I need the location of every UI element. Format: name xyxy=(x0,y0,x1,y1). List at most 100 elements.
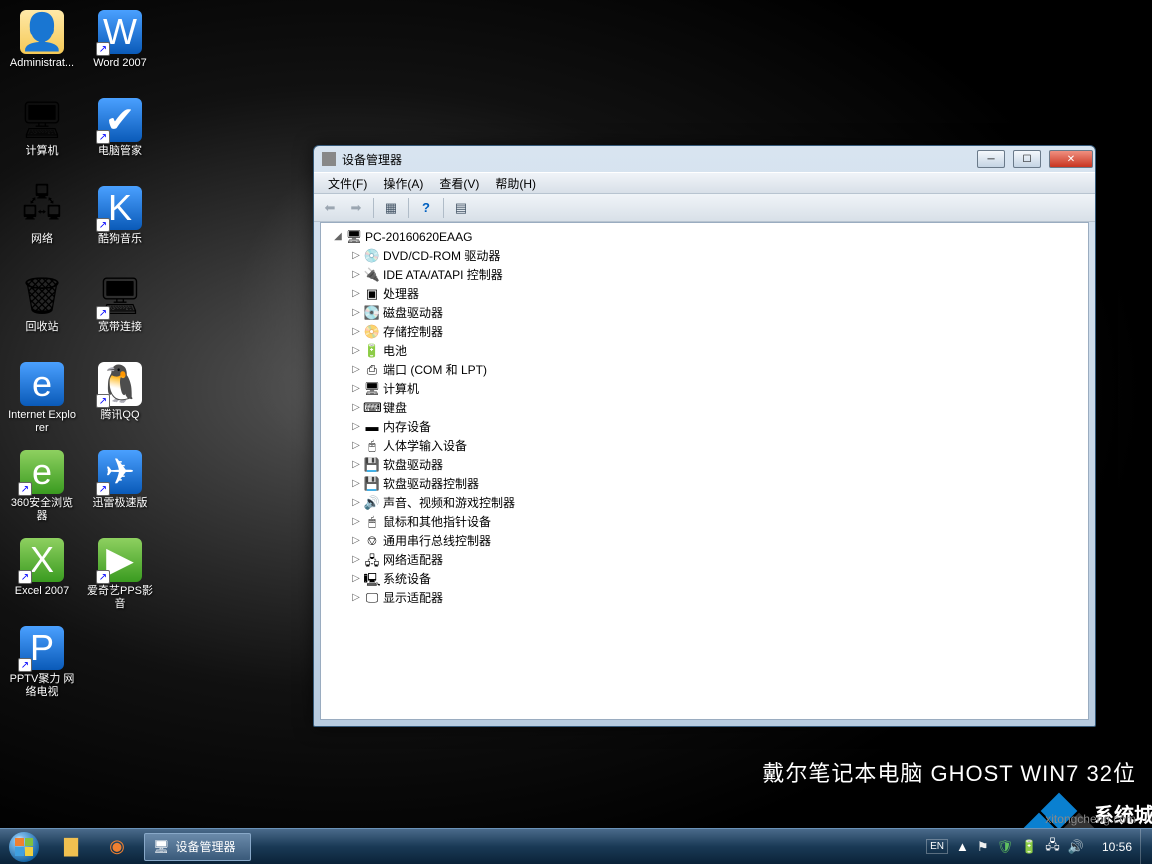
maximize-button[interactable]: ☐ xyxy=(1013,150,1041,168)
desktop-icon-12[interactable]: X↗Excel 2007 xyxy=(6,534,78,620)
expand-icon[interactable]: ▷ xyxy=(349,440,363,451)
icon-label: 电脑管家 xyxy=(98,145,142,158)
desktop-icon-6[interactable]: 🗑回收站 xyxy=(6,270,78,356)
tree-node[interactable]: ▷⌨键盘 xyxy=(323,398,1086,417)
desktop-icon-14[interactable]: P↗PPTV聚力 网络电视 xyxy=(6,622,78,708)
tray-network-icon[interactable]: 🖧 xyxy=(1045,836,1060,858)
expand-icon[interactable]: ▷ xyxy=(349,383,363,394)
tree-node-label: 显示适配器 xyxy=(383,589,443,606)
desktop-icon-13[interactable]: ▶↗爱奇艺PPS影音 xyxy=(84,534,156,620)
expand-icon[interactable]: ▷ xyxy=(349,535,363,546)
folder-icon: ▇ xyxy=(64,836,78,857)
computer-icon: 🖥 xyxy=(345,229,363,245)
desktop-icon-2[interactable]: 🖥计算机 xyxy=(6,94,78,180)
expand-icon[interactable]: ▷ xyxy=(349,364,363,375)
tray-shield-icon[interactable]: 🛡 xyxy=(997,839,1014,855)
show-desktop-button[interactable] xyxy=(1140,829,1152,864)
tree-node[interactable]: ▷💾软盘驱动器 xyxy=(323,455,1086,474)
device-category-icon: 🖥 xyxy=(363,381,381,397)
tree-node[interactable]: ▷🖱鼠标和其他指针设备 xyxy=(323,512,1086,531)
taskbar-task-devmgr[interactable]: 🖥 设备管理器 xyxy=(144,833,251,861)
tree-node[interactable]: ▷💾软盘驱动器控制器 xyxy=(323,474,1086,493)
menubar: 文件(F) 操作(A) 查看(V) 帮助(H) xyxy=(314,172,1095,194)
language-indicator[interactable]: EN xyxy=(926,839,948,854)
tree-node[interactable]: ▷🔋电池 xyxy=(323,341,1086,360)
expand-icon[interactable]: ▷ xyxy=(349,497,363,508)
desktop-icon-11[interactable]: ✈↗迅雷极速版 xyxy=(84,446,156,532)
app-icon: 🗑 xyxy=(20,274,64,318)
expand-icon[interactable]: ▷ xyxy=(349,269,363,280)
tree-node-label: 键盘 xyxy=(383,399,407,416)
expand-icon[interactable]: ▷ xyxy=(349,326,363,337)
desktop-icon-9[interactable]: 🐧↗腾讯QQ xyxy=(84,358,156,444)
system-tray: EN ▲ ⚑ 🛡 🔋 🖧 🔊 xyxy=(916,836,1094,858)
desktop-icon-10[interactable]: e↗360安全浏览器 xyxy=(6,446,78,532)
tree-node[interactable]: ▷🖥计算机 xyxy=(323,379,1086,398)
device-category-icon: 🔋 xyxy=(363,343,381,359)
desktop-icon-8[interactable]: eInternet Explorer xyxy=(6,358,78,444)
expand-icon[interactable]: ▷ xyxy=(349,288,363,299)
device-category-icon: 🔊 xyxy=(363,495,381,511)
shortcut-overlay-icon: ↗ xyxy=(18,570,32,584)
window-title: 设备管理器 xyxy=(342,151,402,168)
expand-icon[interactable]: ▷ xyxy=(349,554,363,565)
expand-icon[interactable]: ▷ xyxy=(349,345,363,356)
properties-button[interactable]: ▤ xyxy=(449,197,473,219)
tray-chevron-icon[interactable]: ▲ xyxy=(956,839,969,854)
tree-node[interactable]: ▷🖧网络适配器 xyxy=(323,550,1086,569)
desktop-icon-3[interactable]: ✔↗电脑管家 xyxy=(84,94,156,180)
device-category-icon: ▣ xyxy=(363,286,381,302)
desktop-icon-5[interactable]: K↗酷狗音乐 xyxy=(84,182,156,268)
titlebar[interactable]: 设备管理器 ─ ☐ ✕ xyxy=(314,146,1095,172)
tray-flag-icon[interactable]: ⚑ xyxy=(977,839,989,855)
tree-node[interactable]: ▷🖰人体学输入设备 xyxy=(323,436,1086,455)
tree-node[interactable]: ▷🔊声音、视频和游戏控制器 xyxy=(323,493,1086,512)
tree-node-label: 声音、视频和游戏控制器 xyxy=(383,494,515,511)
tree-node[interactable]: ▷📀存储控制器 xyxy=(323,322,1086,341)
window-icon xyxy=(322,152,336,166)
taskbar-clock[interactable]: 10:56 xyxy=(1094,840,1140,854)
tree-node[interactable]: ▷💿DVD/CD-ROM 驱动器 xyxy=(323,246,1086,265)
expand-icon[interactable]: ▷ xyxy=(349,250,363,261)
pinned-explorer[interactable]: ▇ xyxy=(49,832,93,862)
tree-root[interactable]: ◢🖥PC-20160620EAAG xyxy=(323,227,1086,246)
tree-node[interactable]: ▷🖳系统设备 xyxy=(323,569,1086,588)
tree-node-label: 通用串行总线控制器 xyxy=(383,532,491,549)
tree-node[interactable]: ▷⎙端口 (COM 和 LPT) xyxy=(323,360,1086,379)
tree-node[interactable]: ▷▬内存设备 xyxy=(323,417,1086,436)
expand-icon[interactable]: ▷ xyxy=(349,402,363,413)
tree-view[interactable]: ◢🖥PC-20160620EAAG▷💿DVD/CD-ROM 驱动器▷🔌IDE A… xyxy=(320,222,1089,720)
collapse-icon[interactable]: ◢ xyxy=(331,231,345,242)
icon-label: 360安全浏览器 xyxy=(7,497,77,523)
tray-volume-icon[interactable]: 🔊 xyxy=(1068,839,1084,855)
close-button[interactable]: ✕ xyxy=(1049,150,1093,168)
tree-node[interactable]: ▷🖵显示适配器 xyxy=(323,588,1086,607)
expand-icon[interactable]: ▷ xyxy=(349,592,363,603)
expand-icon[interactable]: ▷ xyxy=(349,573,363,584)
show-hidden-button[interactable]: ▦ xyxy=(379,197,403,219)
expand-icon[interactable]: ▷ xyxy=(349,516,363,527)
help-button[interactable]: ? xyxy=(414,197,438,219)
tree-node[interactable]: ▷💽磁盘驱动器 xyxy=(323,303,1086,322)
desktop-icon-0[interactable]: 👤Administrat... xyxy=(6,6,78,92)
minimize-button[interactable]: ─ xyxy=(977,150,1005,168)
tray-battery-icon[interactable]: 🔋 xyxy=(1021,839,1037,855)
menu-view[interactable]: 查看(V) xyxy=(431,173,487,194)
expand-icon[interactable]: ▷ xyxy=(349,421,363,432)
desktop-icon-1[interactable]: W↗Word 2007 xyxy=(84,6,156,92)
start-button[interactable] xyxy=(0,829,48,864)
pinned-mediaplayer[interactable]: ◉ xyxy=(95,832,139,862)
tree-node[interactable]: ▷⎊通用串行总线控制器 xyxy=(323,531,1086,550)
expand-icon[interactable]: ▷ xyxy=(349,307,363,318)
expand-icon[interactable]: ▷ xyxy=(349,459,363,470)
tree-node[interactable]: ▷🔌IDE ATA/ATAPI 控制器 xyxy=(323,265,1086,284)
menu-file[interactable]: 文件(F) xyxy=(320,173,375,194)
menu-action[interactable]: 操作(A) xyxy=(375,173,431,194)
desktop-icon-7[interactable]: 🖥↗宽带连接 xyxy=(84,270,156,356)
expand-icon[interactable]: ▷ xyxy=(349,478,363,489)
desktop-icon-4[interactable]: 🖧网络 xyxy=(6,182,78,268)
device-category-icon: ⎙ xyxy=(363,362,381,378)
tree-node[interactable]: ▷▣处理器 xyxy=(323,284,1086,303)
app-icon: K↗ xyxy=(98,186,142,230)
menu-help[interactable]: 帮助(H) xyxy=(487,173,544,194)
